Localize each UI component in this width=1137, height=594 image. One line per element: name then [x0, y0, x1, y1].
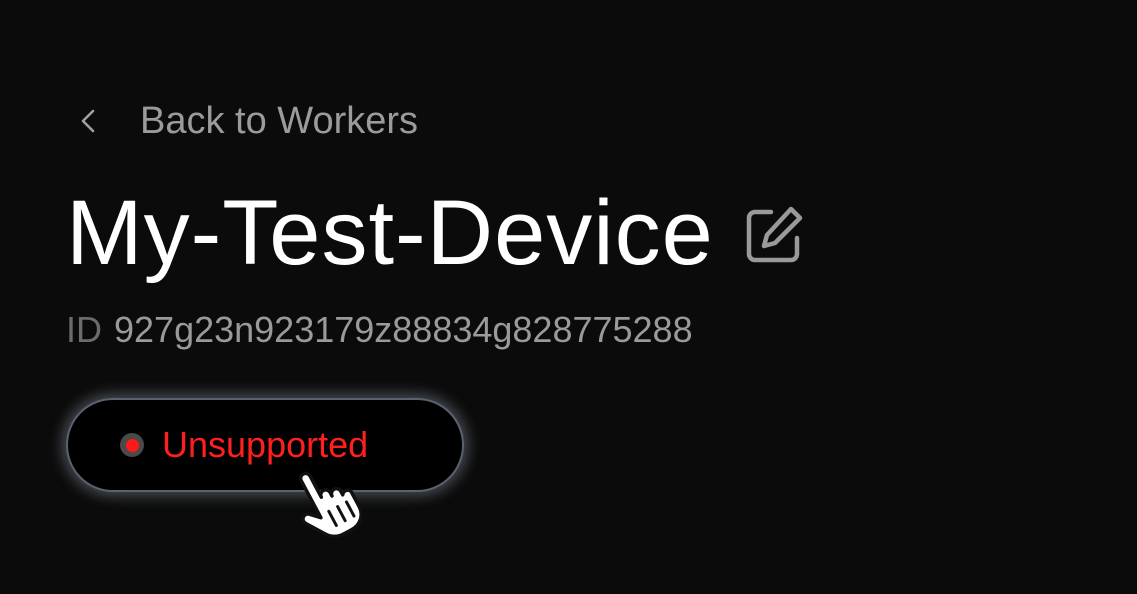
status-label: Unsupported [162, 424, 369, 465]
edit-icon [746, 206, 803, 263]
back-to-workers-link[interactable]: Back to Workers [74, 96, 418, 146]
status-dot-icon [120, 433, 144, 457]
device-name-title: My-Test-Device [66, 182, 714, 284]
title-row: My-Test-Device [66, 178, 808, 288]
device-id-row: ID 927g23n923179z88834g828775288 [66, 308, 693, 352]
back-link-label: Back to Workers [140, 99, 419, 142]
status-badge[interactable]: Unsupported [66, 398, 464, 492]
chevron-left-icon [81, 109, 95, 133]
edit-name-button[interactable] [738, 201, 808, 271]
worker-detail-page: Back to Workers My-Test-Device ID 927g23… [0, 0, 1137, 594]
device-id-value: 927g23n923179z88834g828775288 [114, 309, 693, 350]
device-id-label: ID [66, 309, 102, 350]
